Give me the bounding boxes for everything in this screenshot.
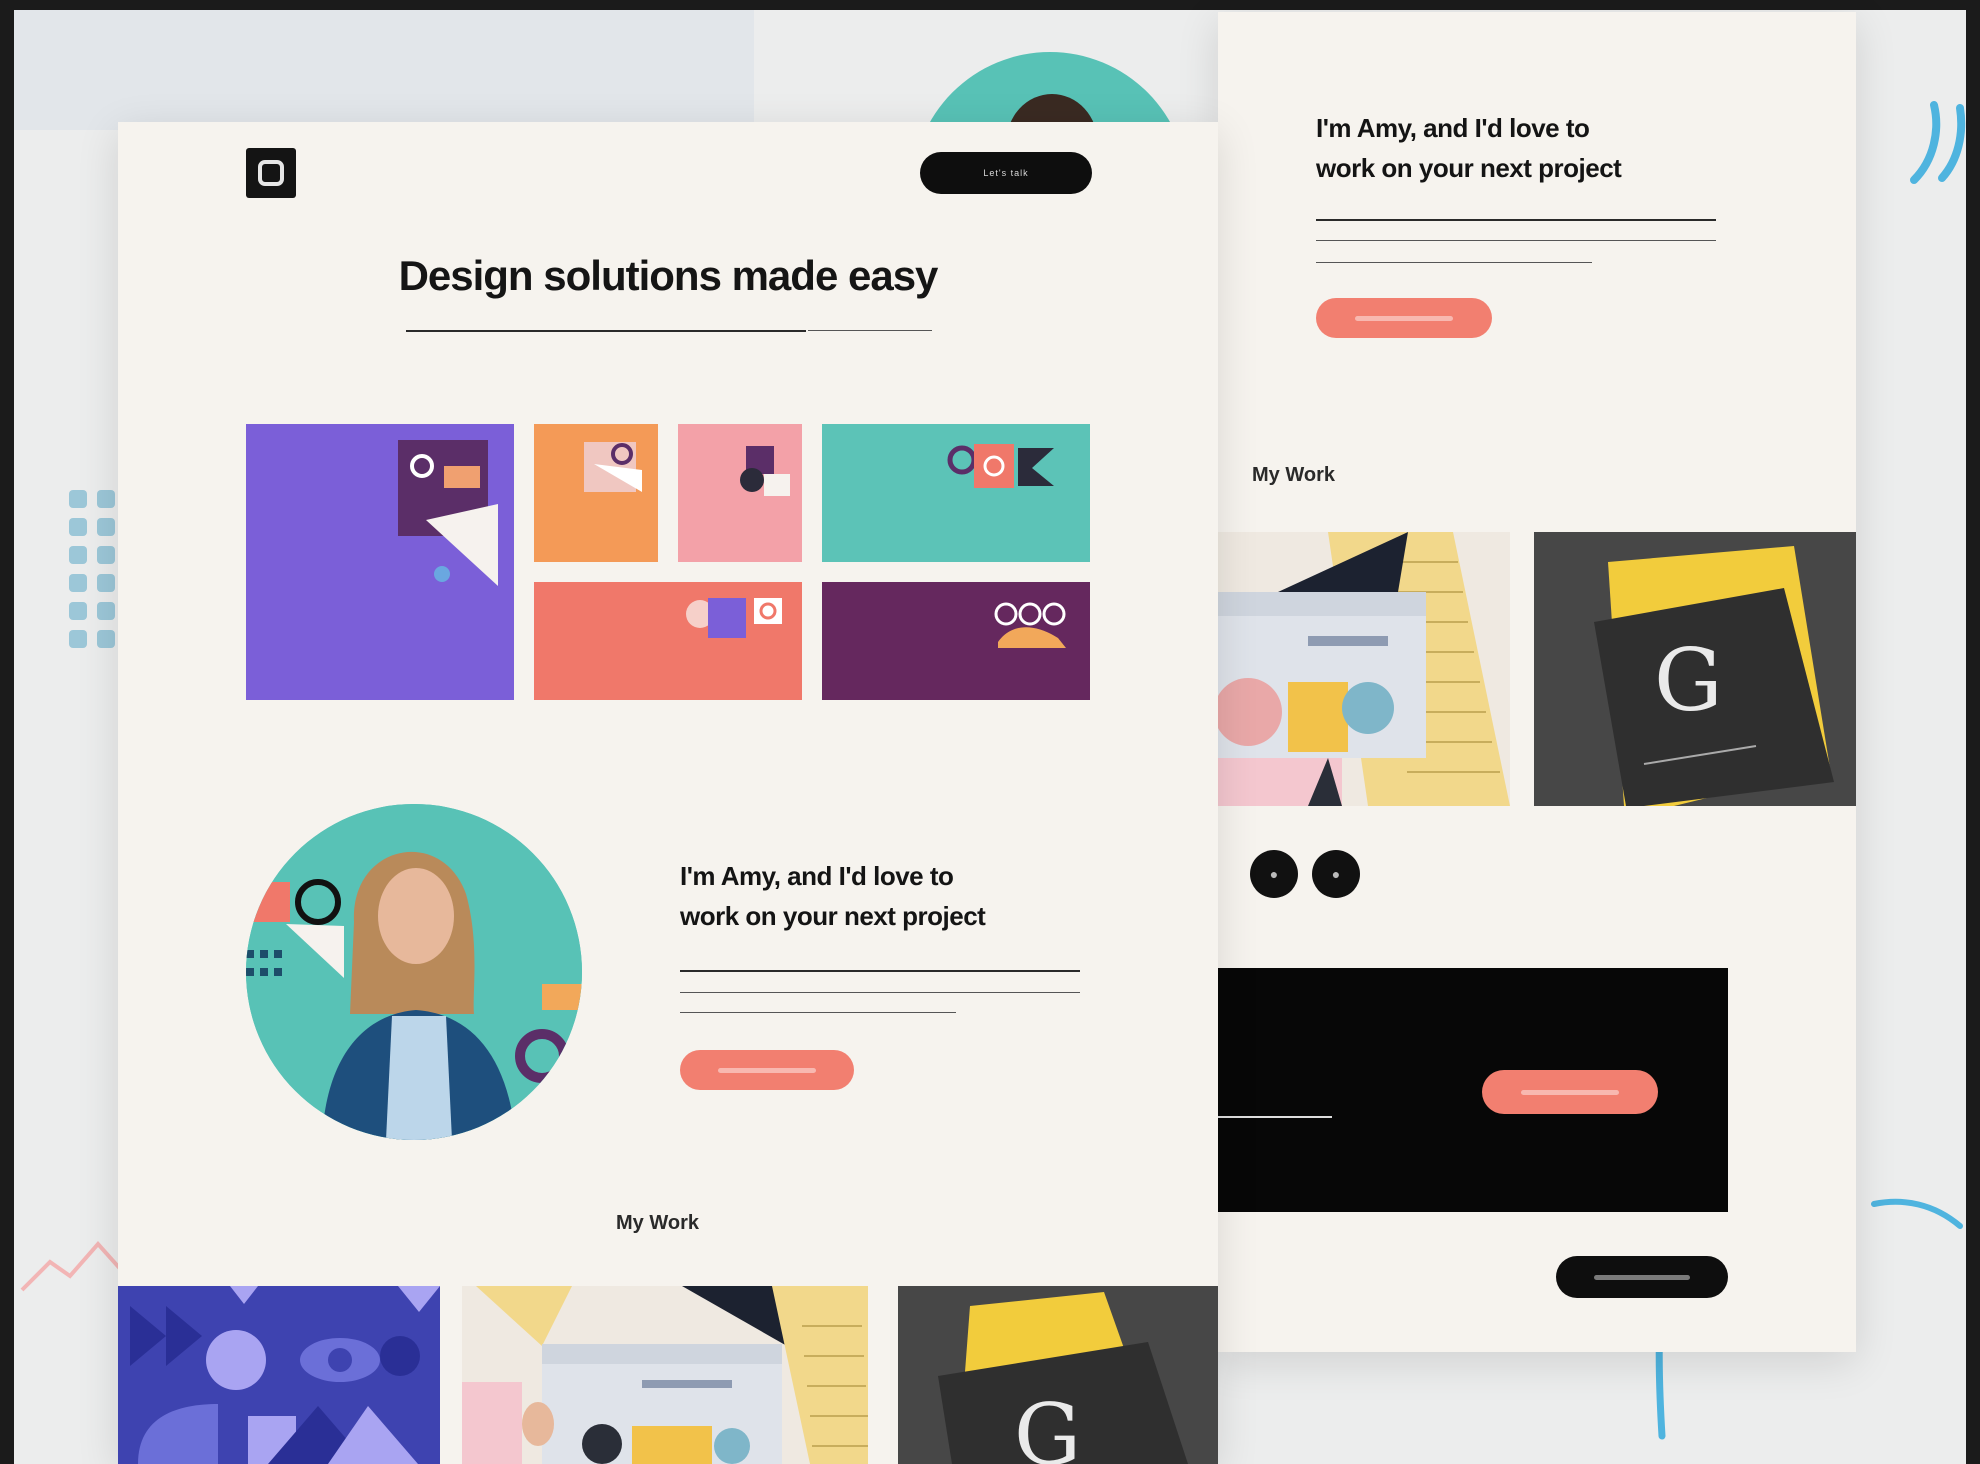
nav-cta-label: Let's talk	[983, 168, 1029, 178]
profile-photo-art	[246, 804, 582, 1140]
contact-banner-button[interactable]	[1482, 1070, 1658, 1114]
collage-artwork	[1218, 532, 1510, 806]
right-work-card-branding[interactable]: G	[1534, 532, 1856, 806]
backdrop-shade	[14, 10, 754, 130]
portfolio-tile[interactable]	[822, 582, 1090, 700]
right-text-line	[1316, 219, 1716, 221]
carousel-prev-button[interactable]: ●	[1250, 850, 1298, 898]
svg-text:G: G	[1654, 631, 1723, 731]
right-contact-cta-button[interactable]	[1316, 298, 1492, 338]
cta-bar	[1354, 316, 1454, 321]
branding-artwork: G	[1534, 532, 1856, 806]
main-work-heading: My Work	[616, 1212, 699, 1234]
footer-button[interactable]	[1556, 1256, 1728, 1298]
tile-artwork	[994, 602, 1066, 648]
portfolio-tile[interactable]	[246, 424, 514, 700]
site-logo[interactable]	[246, 148, 296, 198]
main-text-line	[680, 970, 1080, 972]
portfolio-tile[interactable]	[822, 424, 1090, 562]
main-text-line	[680, 992, 1080, 993]
work-card-branding[interactable]: G	[898, 1286, 1218, 1464]
hero-rule	[808, 330, 932, 331]
geometric-artwork	[118, 1286, 440, 1464]
tile-artwork	[947, 444, 1054, 488]
profile-photo	[246, 804, 582, 1140]
collage-artwork	[462, 1286, 868, 1464]
nav-cta-button[interactable]: Let's talk	[920, 152, 1092, 194]
right-pitch-line-2: work on your next project	[1316, 153, 1622, 183]
hero-title: Design solutions made easy	[398, 252, 939, 299]
tile-artwork	[740, 446, 790, 496]
right-pitch-line-1: I'm Amy, and I'd love to	[1316, 113, 1590, 143]
hero-rule	[406, 330, 806, 332]
chevron-left-icon: ●	[1269, 866, 1279, 882]
main-pitch-line-1: I'm Amy, and I'd love to	[680, 861, 954, 891]
main-pitch-heading: I'm Amy, and I'd love to work on your ne…	[680, 856, 1110, 936]
right-text-line	[1316, 262, 1592, 263]
contact-banner-underline	[1218, 1116, 1332, 1118]
cta-bar	[1520, 1090, 1620, 1095]
cta-bar	[718, 1068, 816, 1073]
work-card-collage[interactable]	[462, 1286, 868, 1464]
right-work-heading: My Work	[1252, 464, 1335, 486]
decorative-dot-grid	[69, 490, 115, 648]
portfolio-tile[interactable]	[534, 582, 802, 700]
work-card-geometric[interactable]	[118, 1286, 440, 1464]
contact-banner	[1218, 968, 1728, 1212]
tile-artwork	[398, 440, 498, 586]
tile-artwork	[686, 598, 782, 638]
svg-text:G: G	[1014, 1386, 1081, 1464]
ring-icon	[258, 160, 284, 186]
branding-artwork: G	[938, 1292, 1188, 1464]
right-work-card-collage[interactable]	[1218, 532, 1510, 806]
main-text-line	[680, 1012, 956, 1013]
carousel-next-button[interactable]: ●	[1312, 850, 1360, 898]
main-pitch-line-2: work on your next project	[680, 901, 986, 931]
footer-button-bar	[1593, 1275, 1691, 1280]
decorative-stroke-blue-top	[1910, 101, 1966, 184]
main-contact-cta-button[interactable]	[680, 1050, 854, 1090]
right-pitch-heading: I'm Amy, and I'd love to work on your ne…	[1316, 108, 1756, 188]
portfolio-tile[interactable]	[678, 424, 802, 562]
main-page-panel: Let's talk Design solutions made easy I'…	[118, 122, 1218, 1464]
chevron-right-icon: ●	[1331, 866, 1341, 882]
right-page-panel: I'm Amy, and I'd love to work on your ne…	[1218, 12, 1856, 1352]
right-text-line	[1316, 240, 1716, 241]
tile-artwork	[584, 442, 642, 492]
portfolio-tile[interactable]	[534, 424, 658, 562]
